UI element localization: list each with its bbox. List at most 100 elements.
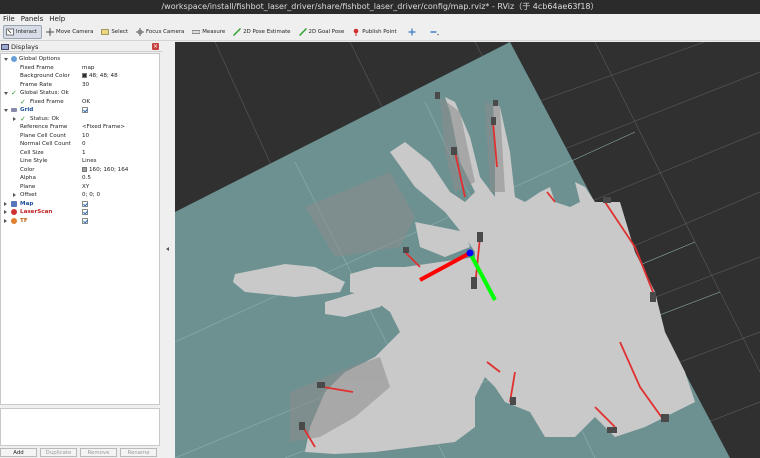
measure-button[interactable]: Measure bbox=[190, 25, 229, 39]
property-value[interactable]: 0.5 bbox=[82, 174, 91, 183]
property-name: Cell Size bbox=[20, 149, 44, 156]
expand-arrow-icon[interactable] bbox=[4, 210, 7, 214]
window-title: /workspace/install/fishbot_laser_driver/… bbox=[0, 0, 760, 14]
interact-tool-button[interactable]: Interact bbox=[3, 25, 43, 39]
warning-icon bbox=[11, 217, 17, 224]
color-swatch bbox=[82, 166, 87, 172]
select-icon bbox=[101, 28, 110, 36]
tree-row-alpha[interactable]: Alpha 0.5 bbox=[1, 174, 159, 183]
expand-arrow-icon[interactable] bbox=[4, 218, 7, 223]
description-area bbox=[0, 408, 160, 446]
tree-label: Global Options bbox=[19, 56, 61, 62]
expand-arrow-icon[interactable] bbox=[4, 109, 8, 112]
map-icon bbox=[11, 200, 17, 207]
property-name: Color bbox=[20, 166, 35, 173]
tree-row-global-status[interactable]: ✓ Global Status: Ok bbox=[1, 89, 159, 98]
tree-row-tf[interactable]: TF bbox=[1, 217, 159, 226]
focus-camera-label: Focus Camera bbox=[146, 29, 185, 35]
tree-row-line-style[interactable]: Line Style Lines bbox=[1, 157, 159, 166]
tree-row-grid[interactable]: Grid bbox=[1, 106, 159, 115]
move-camera-icon bbox=[46, 28, 55, 36]
globe-icon bbox=[11, 56, 17, 62]
add-button[interactable]: Add bbox=[0, 448, 37, 457]
tree-row-plane-cell-count[interactable]: Plane Cell Count 10 bbox=[1, 132, 159, 141]
displays-header: Displays × bbox=[0, 42, 162, 52]
map-enabled-checkbox[interactable] bbox=[82, 200, 88, 207]
tree-row-plane[interactable]: Plane XY bbox=[1, 183, 159, 192]
tree-row-cell-size[interactable]: Cell Size 1 bbox=[1, 149, 159, 158]
close-panel-icon[interactable]: × bbox=[152, 43, 159, 50]
tree-row-offset[interactable]: Offset 0; 0; 0 bbox=[1, 191, 159, 200]
tree-row-laserscan[interactable]: LaserScan bbox=[1, 208, 159, 217]
property-value[interactable]: 160; 160; 164 bbox=[82, 166, 128, 175]
displays-buttons: Add Duplicate Remove Rename bbox=[0, 448, 162, 458]
tree-row-background-color[interactable]: Background Color 48; 48; 48 bbox=[1, 72, 159, 81]
render-viewport[interactable] bbox=[175, 42, 760, 458]
tf-enabled-checkbox[interactable] bbox=[82, 217, 88, 224]
move-camera-button[interactable]: Move Camera bbox=[44, 25, 97, 39]
menu-file[interactable]: File bbox=[0, 14, 18, 24]
measure-label: Measure bbox=[202, 29, 226, 35]
focus-camera-button[interactable]: Focus Camera bbox=[134, 25, 188, 39]
property-value[interactable]: <Fixed Frame> bbox=[82, 123, 125, 132]
tree-row-global-options[interactable]: Global Options bbox=[1, 55, 159, 64]
expand-arrow-icon[interactable] bbox=[4, 92, 8, 95]
scene-canvas[interactable] bbox=[175, 42, 760, 458]
tree-label: TF bbox=[20, 217, 28, 224]
property-value[interactable]: 0 bbox=[82, 140, 86, 149]
crosshair-tool-button[interactable] bbox=[403, 25, 423, 39]
property-value[interactable]: 10 bbox=[82, 132, 89, 141]
expand-arrow-icon[interactable] bbox=[13, 116, 16, 121]
tree-row-map[interactable]: Map bbox=[1, 200, 159, 209]
property-value[interactable]: 0; 0; 0 bbox=[82, 191, 100, 200]
remove-button[interactable]: Remove bbox=[80, 448, 117, 457]
property-value[interactable]: map bbox=[82, 64, 94, 73]
property-value[interactable]: 1 bbox=[82, 149, 86, 158]
select-label: Select bbox=[111, 29, 129, 35]
pose-estimate-button[interactable]: 2D Pose Estimate bbox=[231, 25, 294, 39]
grid-enabled-checkbox[interactable] bbox=[82, 107, 88, 113]
panel-splitter[interactable] bbox=[162, 42, 175, 458]
property-value[interactable]: 30 bbox=[82, 81, 89, 90]
select-button[interactable]: Select bbox=[99, 25, 132, 39]
property-value: OK bbox=[82, 98, 91, 105]
laserscan-enabled-checkbox[interactable] bbox=[82, 209, 88, 215]
property-name: Offset bbox=[20, 192, 37, 198]
tree-label: Global Status: Ok bbox=[20, 90, 69, 96]
tree-row-normal-cell-count[interactable]: Normal Cell Count 0 bbox=[1, 140, 159, 149]
displays-tree[interactable]: Global Options Fixed Frame map Backgroun… bbox=[0, 53, 160, 405]
property-value[interactable]: 48; 48; 48 bbox=[82, 72, 118, 81]
publish-point-button[interactable]: Publish Point bbox=[350, 25, 400, 39]
goal-pose-label: 2D Goal Pose bbox=[308, 29, 345, 35]
check-icon: ✓ bbox=[20, 114, 26, 123]
tree-row-grid-status[interactable]: ✓ Status: Ok bbox=[1, 115, 159, 124]
tree-row-color[interactable]: Color 160; 160; 164 bbox=[1, 166, 159, 175]
property-name: Fixed Frame bbox=[30, 98, 64, 105]
tree-row-fixed-frame[interactable]: Fixed Frame map bbox=[1, 64, 159, 73]
pose-estimate-label: 2D Pose Estimate bbox=[243, 29, 291, 35]
rename-button[interactable]: Rename bbox=[120, 448, 157, 457]
expand-arrow-icon[interactable] bbox=[4, 58, 8, 61]
property-name: Normal Cell Count bbox=[20, 141, 71, 147]
menu-help[interactable]: Help bbox=[46, 14, 68, 24]
property-value[interactable]: XY bbox=[82, 183, 89, 192]
property-value[interactable]: Lines bbox=[82, 157, 97, 166]
property-name: Plane bbox=[20, 183, 36, 190]
property-name: Plane Cell Count bbox=[20, 132, 66, 139]
expand-arrow-icon[interactable] bbox=[13, 193, 16, 197]
property-name: Background Color bbox=[20, 73, 70, 79]
property-name: Alpha bbox=[20, 175, 36, 181]
focus-camera-icon bbox=[136, 28, 145, 36]
tree-row-reference-frame[interactable]: Reference Frame <Fixed Frame> bbox=[1, 123, 159, 132]
tree-row-frame-rate[interactable]: Frame Rate 30 bbox=[1, 81, 159, 90]
collapse-arrow-icon[interactable] bbox=[166, 247, 169, 251]
remove-tool-button[interactable] bbox=[425, 25, 445, 39]
menu-panels[interactable]: Panels bbox=[18, 14, 47, 24]
tree-row-fixed-frame-status[interactable]: ✓ Fixed Frame OK bbox=[1, 98, 159, 107]
expand-arrow-icon[interactable] bbox=[4, 201, 7, 206]
goal-pose-button[interactable]: 2D Goal Pose bbox=[297, 25, 349, 39]
duplicate-button[interactable]: Duplicate bbox=[40, 448, 77, 457]
monitor-icon bbox=[1, 43, 9, 50]
minus-icon bbox=[430, 28, 439, 36]
grid-icon bbox=[11, 108, 17, 112]
